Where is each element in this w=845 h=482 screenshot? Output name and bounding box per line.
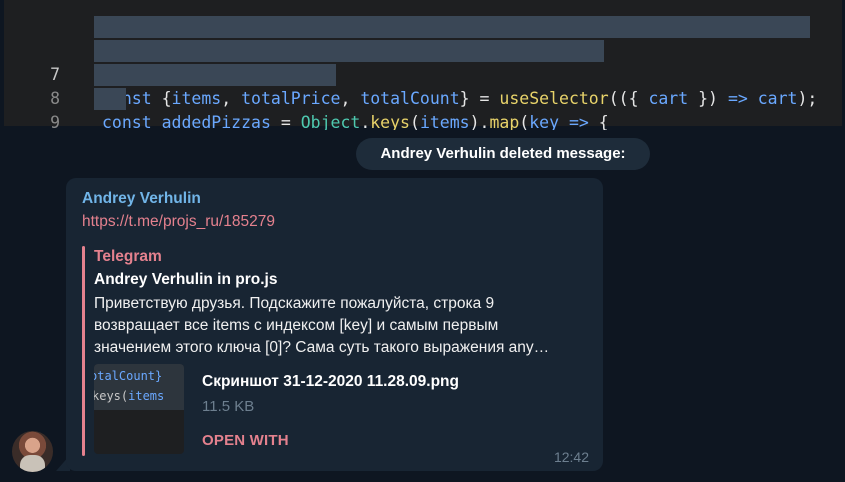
chat-view: 7 const {items, totalPrice, totalCount} …: [0, 0, 845, 482]
sender-name[interactable]: Andrey Verhulin: [82, 190, 201, 208]
thumb-text: otalCount}: [94, 369, 163, 383]
code-panel: 7 const {items, totalPrice, totalCount} …: [4, 0, 842, 130]
avatar[interactable]: [12, 431, 53, 472]
code-line-10: 10 }): [4, 87, 842, 111]
preview-description-line: Приветствую друзья. Подскажите пожалуйст…: [94, 295, 495, 312]
preview-title: Andrey Verhulin in pro.js: [94, 271, 278, 288]
preview-description-line: возвращает все items с индексом [key] и …: [94, 317, 499, 334]
service-message: Andrey Verhulin deleted message:: [356, 138, 650, 170]
file-size: 11.5 KB: [202, 398, 255, 415]
preview-site-name: Telegram: [94, 248, 162, 265]
link-preview[interactable]: Telegram Andrey Verhulin in pro.js Приве…: [82, 246, 590, 456]
file-attachment[interactable]: otalCount} keys(items Скриншот 31-12-202…: [94, 364, 590, 456]
message-link[interactable]: https://t.me/projs_ru/185279: [82, 213, 275, 231]
code-line-8: 8 const addedPizzas = Object.keys(items)…: [4, 39, 842, 130]
code-line-9: 9 ···return items[key][0];: [4, 63, 842, 130]
message-time: 12:42: [553, 449, 589, 465]
preview-accent-bar: [82, 246, 85, 456]
message-bubble[interactable]: Andrey Verhulin https://t.me/projs_ru/18…: [66, 178, 603, 471]
file-thumbnail[interactable]: otalCount} keys(items: [94, 364, 184, 454]
file-name: Скриншот 31-12-2020 11.28.09.png: [202, 373, 459, 390]
code-text: const addedPizzas = Object.keys(items).m…: [102, 113, 609, 130]
thumb-text: keys(items: [94, 389, 165, 403]
preview-description: Приветствую друзья. Подскажите пожалуйст…: [94, 293, 590, 359]
code-screenshot-image[interactable]: 7 const {items, totalPrice, totalCount} …: [0, 0, 845, 130]
preview-description-line: значением этого ключа [0]? Сама суть так…: [94, 339, 550, 356]
open-with-button[interactable]: OPEN WITH: [202, 432, 289, 449]
code-line-7: 7 const {items, totalPrice, totalCount} …: [4, 15, 842, 108]
